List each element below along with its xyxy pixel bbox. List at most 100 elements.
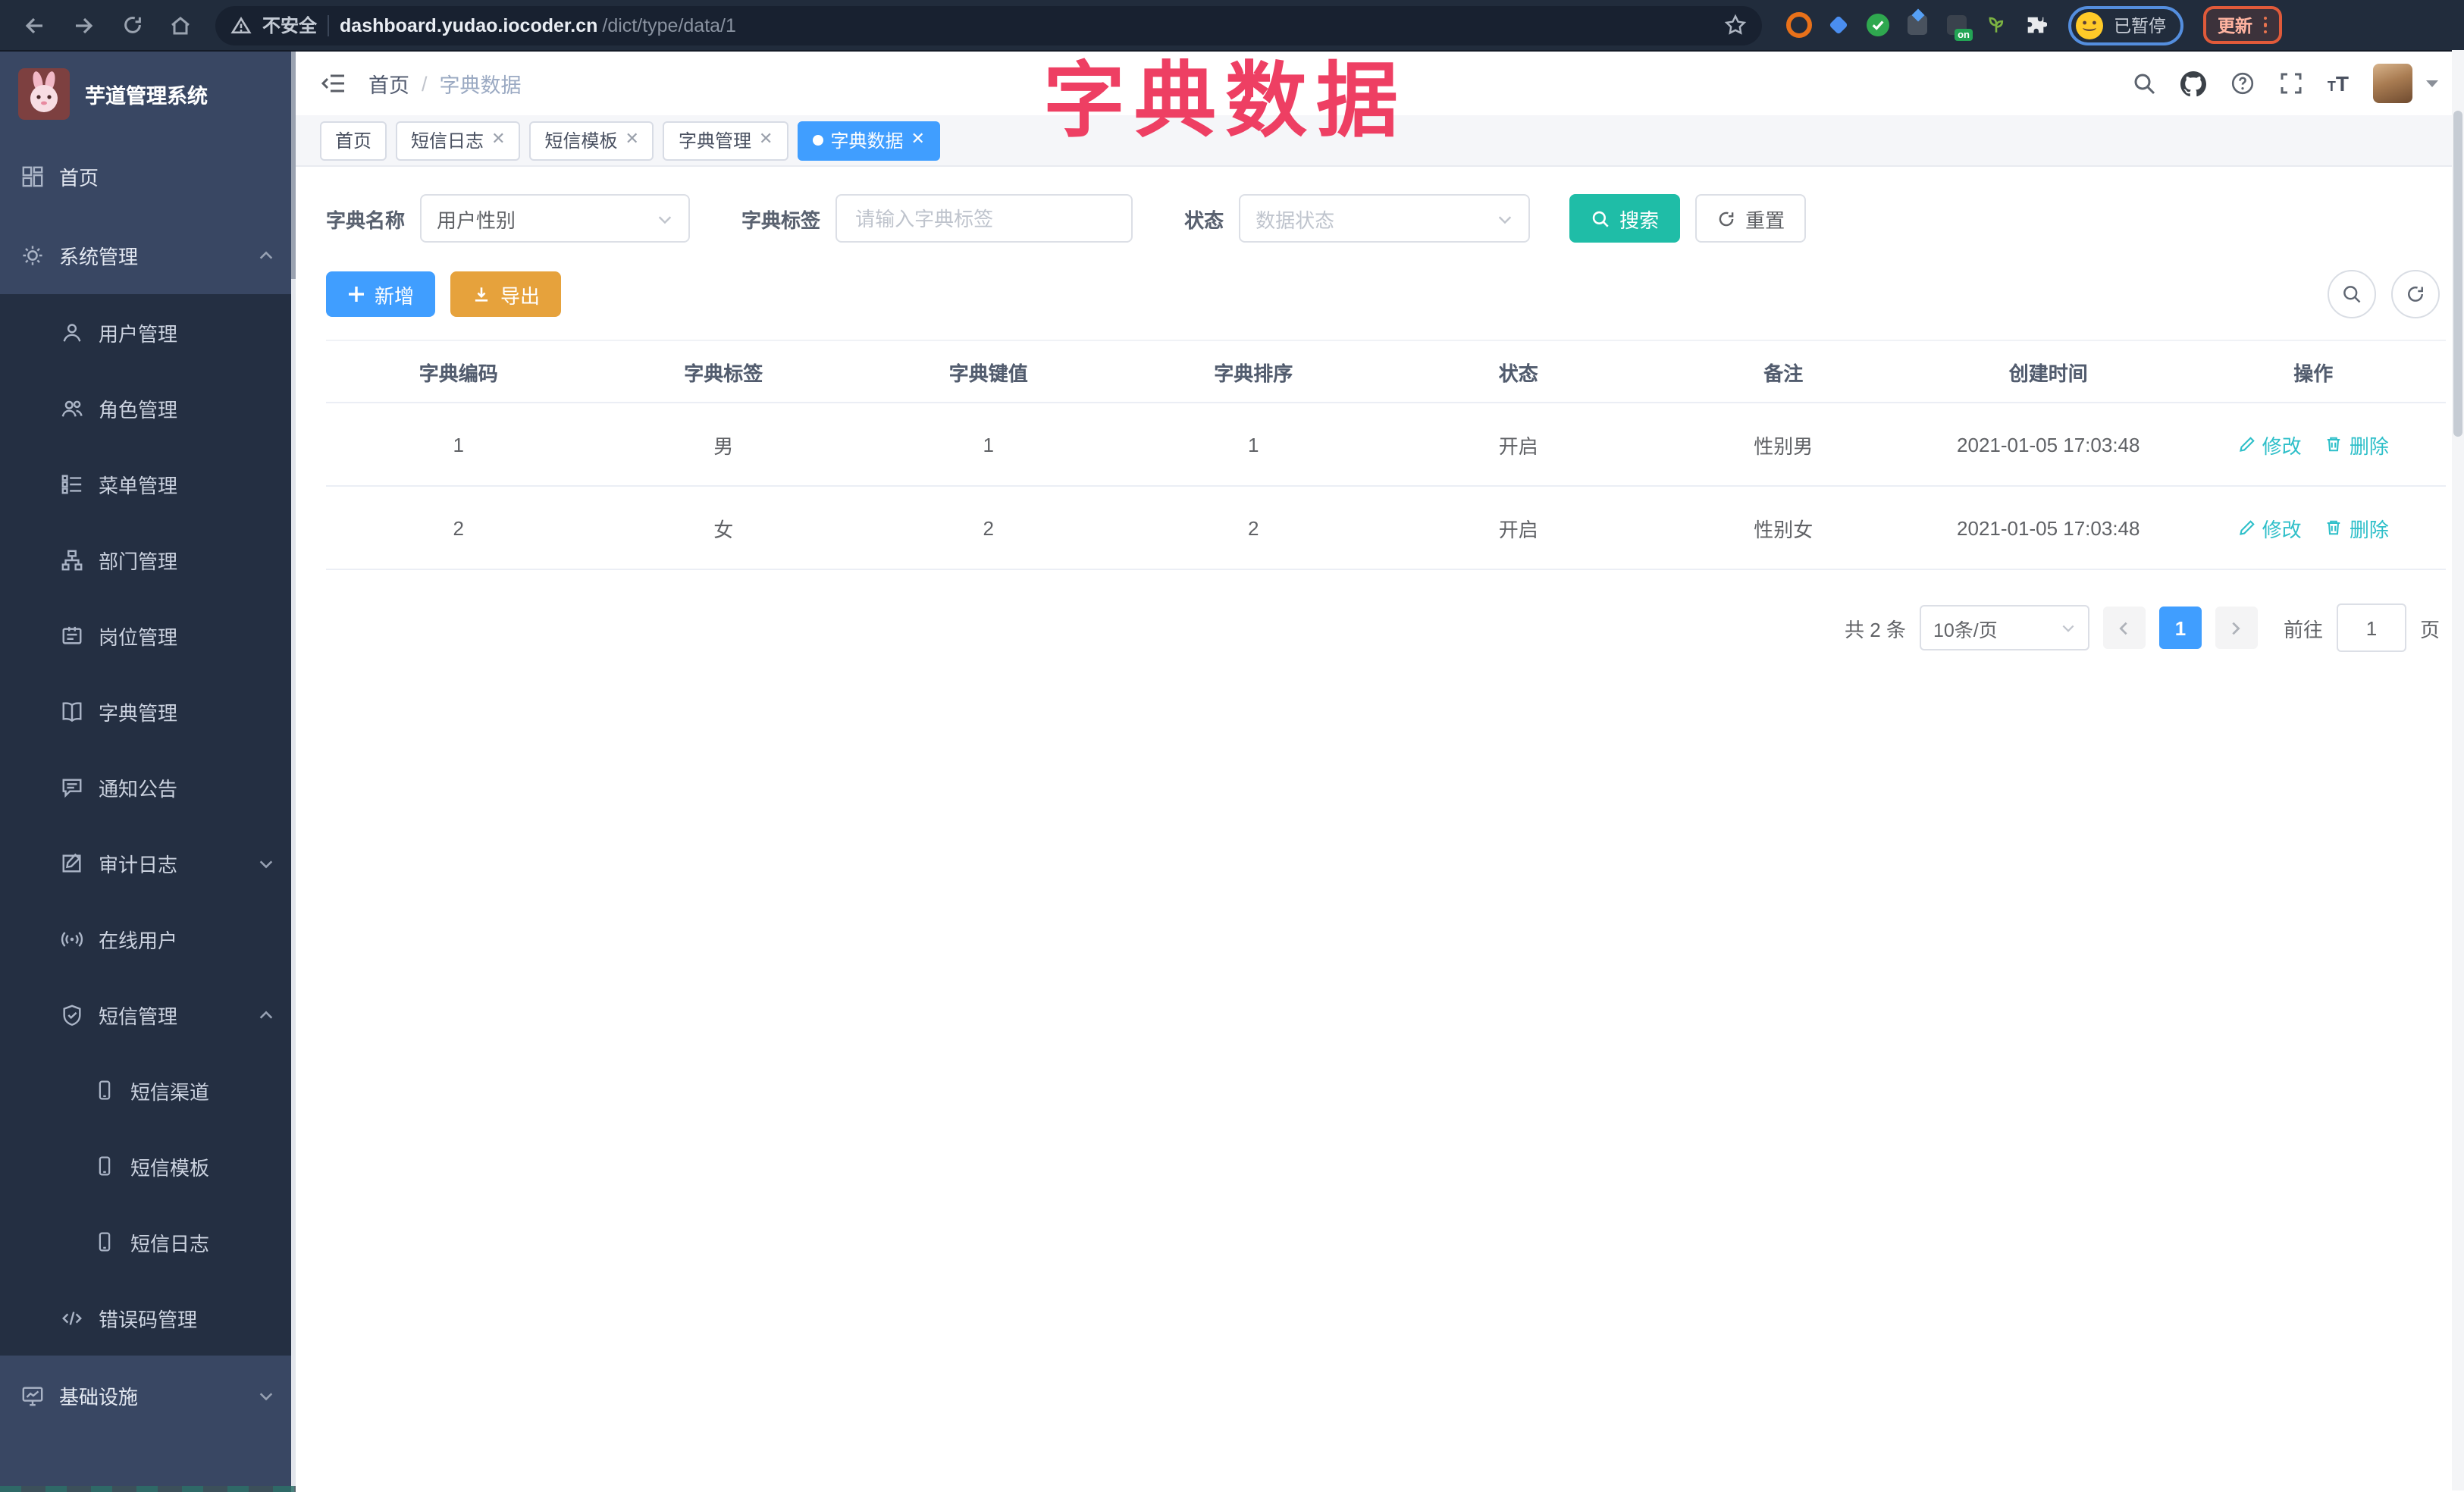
font-size-icon[interactable]: TT xyxy=(2328,71,2349,96)
sidebar-submenu-system: 用户管理 角色管理 菜单管理 部门管理 岗位管理 字典管理 通知公告 审计日志 … xyxy=(0,294,296,1356)
browser-update-button[interactable]: 更新 xyxy=(2202,6,2282,44)
tab-dict-data[interactable]: 字典数据 ✕ xyxy=(797,121,940,160)
edit-link[interactable]: 修改 xyxy=(2238,430,2302,459)
sidebar-item-home[interactable]: 首页 xyxy=(0,136,296,215)
close-icon[interactable]: ✕ xyxy=(625,131,639,149)
browser-profile-chip[interactable]: 已暂停 xyxy=(2068,5,2183,45)
delete-link[interactable]: 删除 xyxy=(2325,513,2389,542)
edit-link[interactable]: 修改 xyxy=(2238,513,2302,542)
sidebar-item-roles[interactable]: 角色管理 xyxy=(0,370,296,446)
status-select[interactable]: 数据状态 xyxy=(1239,194,1531,243)
extensions-puzzle-icon[interactable] xyxy=(2023,12,2049,38)
table-row: 1 男 1 1 开启 性别男 2021-01-05 17:03:48 修改 删除 xyxy=(326,403,2446,487)
refresh-table-button[interactable] xyxy=(2391,270,2440,318)
chevron-up-icon xyxy=(258,246,274,263)
extension-sprout-icon[interactable] xyxy=(1983,12,2009,38)
sidebar-collapse-icon[interactable] xyxy=(320,70,347,97)
extension-green-check-icon[interactable] xyxy=(1865,12,1891,38)
fullscreen-icon[interactable] xyxy=(2279,71,2303,96)
dict-tag-input[interactable] xyxy=(852,205,1117,231)
sidebar-item-notices[interactable]: 通知公告 xyxy=(0,749,296,825)
sidebar-item-sms-channel[interactable]: 短信渠道 xyxy=(0,1052,296,1128)
page-scrollbar[interactable] xyxy=(2452,50,2464,1490)
browser-menu-icon[interactable] xyxy=(2263,16,2267,34)
col-status: 状态 xyxy=(1386,340,1651,403)
infra-monitor-icon xyxy=(21,1384,44,1406)
tab-dict-manage[interactable]: 字典管理 ✕ xyxy=(663,121,788,160)
extension-blue-gem-icon[interactable] xyxy=(1826,12,1851,38)
tab-sms-log[interactable]: 短信日志 ✕ xyxy=(396,121,521,160)
breadcrumb-home[interactable]: 首页 xyxy=(368,68,409,99)
breadcrumb-current: 字典数据 xyxy=(439,74,522,97)
browser-chrome: 不安全 dashboard.yudao.iocoder.cn /dict/typ… xyxy=(0,0,2464,52)
sidebar-item-sms-log[interactable]: 短信日志 xyxy=(0,1204,296,1280)
sidebar-item-errcode[interactable]: 错误码管理 xyxy=(0,1280,296,1356)
app-title: 芋道管理系统 xyxy=(85,85,208,108)
add-button[interactable]: 新增 xyxy=(326,271,436,317)
home-icon[interactable] xyxy=(161,5,200,45)
tab-sms-template[interactable]: 短信模板 ✕ xyxy=(529,121,654,160)
trash-icon xyxy=(2328,437,2341,452)
sidebar-item-system[interactable]: 系统管理 xyxy=(0,215,296,294)
breadcrumb-separator: / xyxy=(422,72,428,95)
col-created: 创建时间 xyxy=(1916,340,2181,403)
back-icon[interactable] xyxy=(15,5,55,45)
app-logo[interactable]: 芋道管理系统 xyxy=(0,52,296,136)
chevron-down-icon xyxy=(657,210,673,227)
extension-on-badge-icon[interactable] xyxy=(1944,12,1973,41)
address-bar[interactable]: 不安全 dashboard.yudao.iocoder.cn /dict/typ… xyxy=(215,5,1762,45)
sidebar-item-online[interactable]: 在线用户 xyxy=(0,901,296,976)
cell-value: 2 xyxy=(856,486,1121,570)
warning-icon xyxy=(230,14,252,36)
extension-orange-ring-icon[interactable] xyxy=(1786,12,1812,38)
edit-link-label: 修改 xyxy=(2262,518,2302,541)
dict-name-select[interactable]: 用户性别 xyxy=(420,194,691,243)
sidebar-item-users[interactable]: 用户管理 xyxy=(0,294,296,370)
forward-icon[interactable] xyxy=(64,5,103,45)
reset-button[interactable]: 重置 xyxy=(1695,194,1807,243)
close-icon[interactable]: ✕ xyxy=(759,131,773,149)
navbar-actions: TT xyxy=(2132,64,2440,103)
pagination-total: 共 2 条 xyxy=(1845,618,1906,641)
tab-label: 字典数据 xyxy=(830,130,904,152)
col-dict-value: 字典键值 xyxy=(856,340,1121,403)
sidebar-item-dicts[interactable]: 字典管理 xyxy=(0,673,296,749)
sms-shield-icon xyxy=(61,1003,83,1026)
sidebar-item-label: 审计日志 xyxy=(99,853,178,876)
sidebar-item-posts[interactable]: 岗位管理 xyxy=(0,597,296,673)
chevron-right-icon xyxy=(2233,621,2241,635)
sidebar-item-audit[interactable]: 审计日志 xyxy=(0,825,296,901)
caret-down-icon[interactable] xyxy=(2425,76,2440,91)
user-avatar[interactable] xyxy=(2373,64,2412,103)
sidebar-item-label: 在线用户 xyxy=(99,929,178,951)
tab-label: 短信模板 xyxy=(544,130,618,152)
tab-home[interactable]: 首页 xyxy=(320,121,387,160)
sidebar-item-sms-template[interactable]: 短信模板 xyxy=(0,1128,296,1204)
extension-bars-icon[interactable] xyxy=(1904,12,1930,38)
delete-link[interactable]: 删除 xyxy=(2325,430,2389,459)
page-size-select[interactable]: 10条/页 xyxy=(1919,605,2089,650)
search-button[interactable]: 搜索 xyxy=(1569,194,1681,243)
cell-status: 开启 xyxy=(1386,403,1651,487)
page-number-1[interactable]: 1 xyxy=(2158,607,2202,649)
export-button[interactable]: 导出 xyxy=(450,271,562,317)
search-icon[interactable] xyxy=(2132,71,2156,96)
close-icon[interactable]: ✕ xyxy=(491,131,505,149)
sidebar-item-infra[interactable]: 基础设施 xyxy=(0,1356,296,1434)
github-icon[interactable] xyxy=(2180,71,2206,96)
sidebar-item-depts[interactable]: 部门管理 xyxy=(0,522,296,597)
plus-icon xyxy=(349,287,364,302)
next-page-button[interactable] xyxy=(2215,607,2258,649)
audit-log-icon xyxy=(61,851,83,874)
prev-page-button[interactable] xyxy=(2102,607,2146,649)
close-icon[interactable]: ✕ xyxy=(911,131,924,149)
toggle-search-button[interactable] xyxy=(2328,270,2376,318)
sidebar-item-label: 通知公告 xyxy=(99,777,178,800)
reload-icon[interactable] xyxy=(112,5,152,45)
sidebar-item-sms[interactable]: 短信管理 xyxy=(0,976,296,1052)
add-button-label: 新增 xyxy=(375,284,415,307)
help-icon[interactable] xyxy=(2230,71,2255,96)
goto-page-input[interactable] xyxy=(2336,603,2406,652)
sidebar-item-menus[interactable]: 菜单管理 xyxy=(0,446,296,522)
bookmark-star-icon[interactable] xyxy=(1724,14,1747,36)
